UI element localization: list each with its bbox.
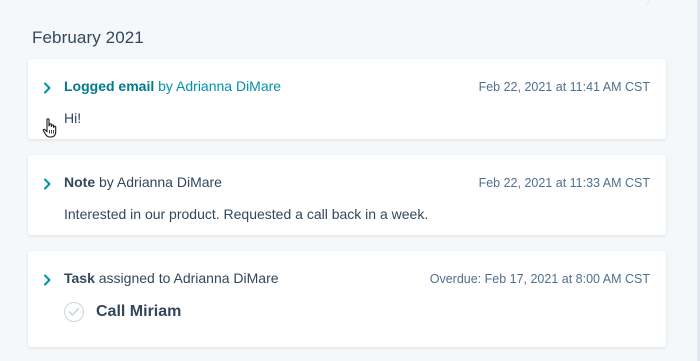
chevron-right-icon[interactable]	[43, 81, 52, 94]
hand-pointer-icon	[42, 117, 58, 139]
activity-card-task[interactable]: Task assigned to Adrianna DiMare Overdue…	[28, 251, 666, 347]
chevron-right-icon[interactable]	[43, 273, 52, 286]
activity-header[interactable]: Note by Adrianna DiMare	[64, 174, 222, 190]
activity-body: Hi!	[64, 110, 82, 126]
activity-type: Task	[64, 270, 95, 286]
activity-type: Note	[64, 174, 96, 190]
activity-owner: assigned to Adrianna DiMare	[94, 270, 279, 286]
activity-card-logged-email[interactable]: Logged email by Adrianna DiMare Feb 22, …	[28, 59, 666, 139]
scroll-indicator	[646, 0, 659, 4]
activity-header[interactable]: Task assigned to Adrianna DiMare	[64, 270, 279, 286]
activity-timestamp: Feb 22, 2021 at 11:33 AM CST	[478, 176, 650, 190]
month-section-title: February 2021	[32, 28, 144, 47]
activity-body: Interested in our product. Requested a c…	[64, 206, 429, 222]
activity-timestamp: Feb 22, 2021 at 11:41 AM CST	[478, 80, 650, 94]
task-title[interactable]: Call Miriam	[96, 303, 181, 321]
task-due-timestamp: Overdue: Feb 17, 2021 at 8:00 AM CST	[429, 272, 650, 286]
activity-type[interactable]: Logged email	[64, 78, 154, 94]
activity-owner[interactable]: by Adrianna DiMare	[154, 78, 281, 94]
activity-card-note[interactable]: Note by Adrianna DiMare Feb 22, 2021 at …	[28, 155, 666, 235]
activity-owner: by Adrianna DiMare	[95, 174, 222, 190]
activity-header[interactable]: Logged email by Adrianna DiMare	[64, 78, 281, 94]
check-circle-icon[interactable]	[64, 302, 84, 322]
chevron-right-icon[interactable]	[43, 177, 52, 190]
